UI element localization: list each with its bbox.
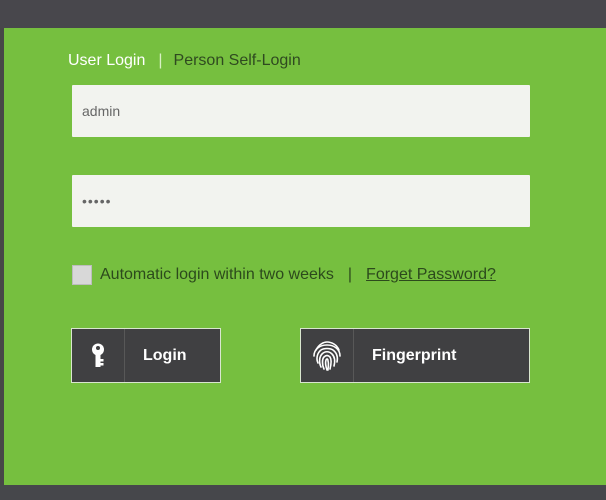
- forget-password-link[interactable]: Forget Password?: [366, 266, 496, 284]
- remember-label: Automatic login within two weeks: [100, 266, 334, 283]
- tab-user-login[interactable]: User Login: [68, 52, 145, 69]
- fingerprint-button[interactable]: Fingerprint: [300, 328, 530, 383]
- remember-checkbox[interactable]: [72, 265, 92, 285]
- top-bar: [0, 0, 606, 28]
- login-tabs: User Login | Person Self-Login: [68, 51, 301, 71]
- bottom-bar: [0, 485, 606, 500]
- password-input[interactable]: [72, 175, 530, 227]
- fingerprint-button-label: Fingerprint: [372, 346, 457, 364]
- login-button-label: Login: [143, 346, 187, 364]
- tab-separator: |: [158, 52, 163, 69]
- username-input[interactable]: [72, 85, 530, 137]
- tab-person-self-login[interactable]: Person Self-Login: [174, 52, 301, 69]
- key-icon: [72, 329, 125, 382]
- row-separator: |: [347, 266, 353, 283]
- fingerprint-icon: [301, 329, 354, 382]
- remember-row: Automatic login within two weeks | Forge…: [72, 264, 496, 286]
- login-button[interactable]: Login: [71, 328, 221, 383]
